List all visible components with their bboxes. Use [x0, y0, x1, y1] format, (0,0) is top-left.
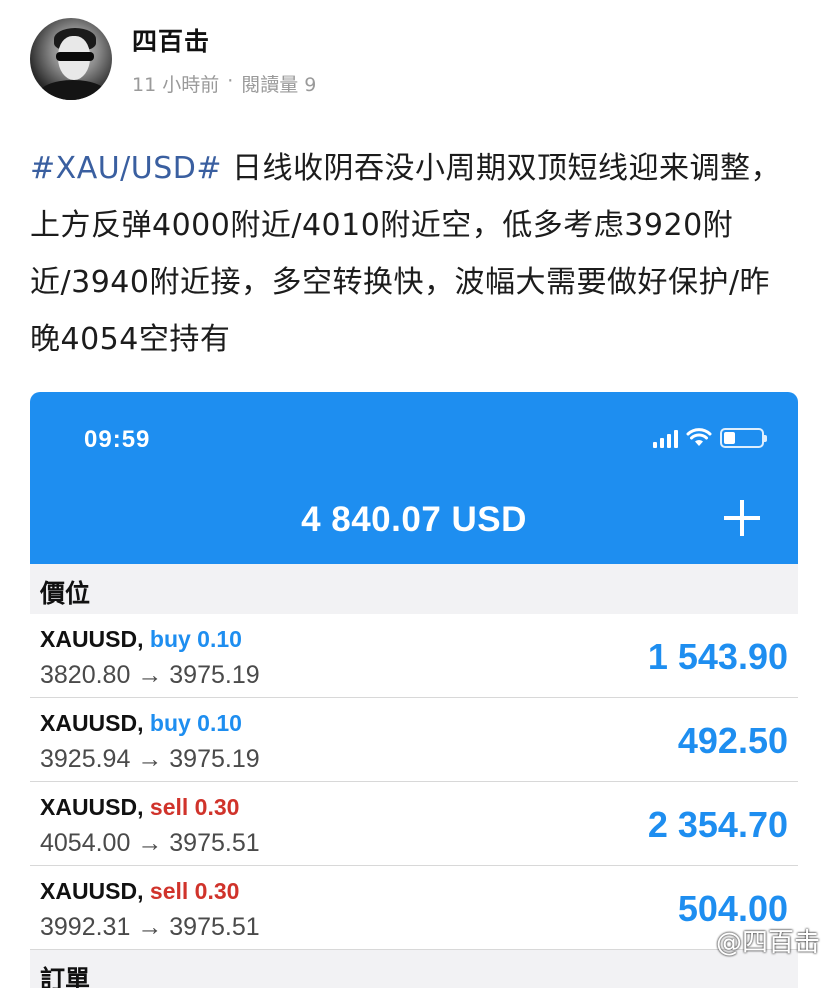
- signal-icon: [653, 430, 678, 448]
- position-side: buy 0.10: [149, 626, 242, 652]
- position-profit: 2 354.70: [647, 804, 788, 845]
- position-prices: 4054.00 → 3975.51: [40, 829, 260, 857]
- meta-separator: ·: [227, 69, 234, 92]
- position-row[interactable]: XAUUSD, buy 0.10 3925.94 → 3975.19 492.5…: [30, 698, 798, 782]
- avatar-glasses: [56, 52, 94, 61]
- position-prices: 3925.94 → 3975.19: [40, 745, 260, 773]
- position-symbol: XAUUSD,: [40, 626, 144, 652]
- position-row[interactable]: XAUUSD, sell 0.30 4054.00 → 3975.51 2 35…: [30, 782, 798, 866]
- position-profit: 1 543.90: [647, 636, 788, 677]
- positions-section-header: 價位: [30, 564, 798, 614]
- post-header: 四百击 11 小時前 · 閱讀量 9: [30, 18, 316, 100]
- author-meta: 四百击 11 小時前 · 閱讀量 9: [132, 22, 316, 97]
- position-row[interactable]: XAUUSD, sell 0.30 3992.31 → 3975.51 504.…: [30, 866, 798, 950]
- add-icon[interactable]: [724, 500, 760, 536]
- position-side: sell 0.30: [149, 794, 240, 820]
- status-time: 09:59: [84, 426, 151, 453]
- position-side: sell 0.30: [149, 878, 240, 904]
- battery-level: [724, 432, 735, 444]
- account-balance: 4 840.07 USD: [301, 500, 527, 539]
- author-name[interactable]: 四百击: [132, 22, 316, 58]
- position-profit: 492.50: [677, 720, 788, 761]
- position-row[interactable]: XAUUSD, buy 0.10 3820.80 → 3975.19 1 543…: [30, 614, 798, 698]
- post-time: 11 小時前: [132, 73, 220, 96]
- post-body: #XAU/USD# 日线收阴吞没小周期双顶短线迎来调整，上方反弹4000附近/4…: [30, 140, 800, 368]
- orders-section-header: 訂單: [30, 950, 798, 988]
- trading-screenshot[interactable]: 09:59 4 840.07 USD 價位 XAUUSD, buy 0.10 3…: [30, 392, 798, 988]
- avatar-shoulder: [38, 80, 108, 100]
- position-symbol: XAUUSD,: [40, 710, 144, 736]
- app-bar: 09:59 4 840.07 USD: [30, 392, 798, 564]
- watermark: @四百击: [715, 928, 820, 958]
- position-prices: 3820.80 → 3975.19: [40, 661, 260, 689]
- post-meta: 11 小時前 · 閱讀量 9: [132, 70, 316, 97]
- status-icons: [653, 428, 767, 448]
- avatar[interactable]: [30, 18, 112, 100]
- position-symbol: XAUUSD,: [40, 794, 144, 820]
- hashtag-link[interactable]: #XAU/USD#: [30, 151, 222, 186]
- position-prices: 3992.31 → 3975.51: [40, 913, 260, 941]
- position-side: buy 0.10: [149, 710, 242, 736]
- position-symbol: XAUUSD,: [40, 878, 144, 904]
- positions-list: XAUUSD, buy 0.10 3820.80 → 3975.19 1 543…: [30, 614, 798, 950]
- read-count: 閱讀量 9: [241, 73, 317, 96]
- wifi-icon: [686, 428, 712, 446]
- battery-icon: [720, 428, 767, 448]
